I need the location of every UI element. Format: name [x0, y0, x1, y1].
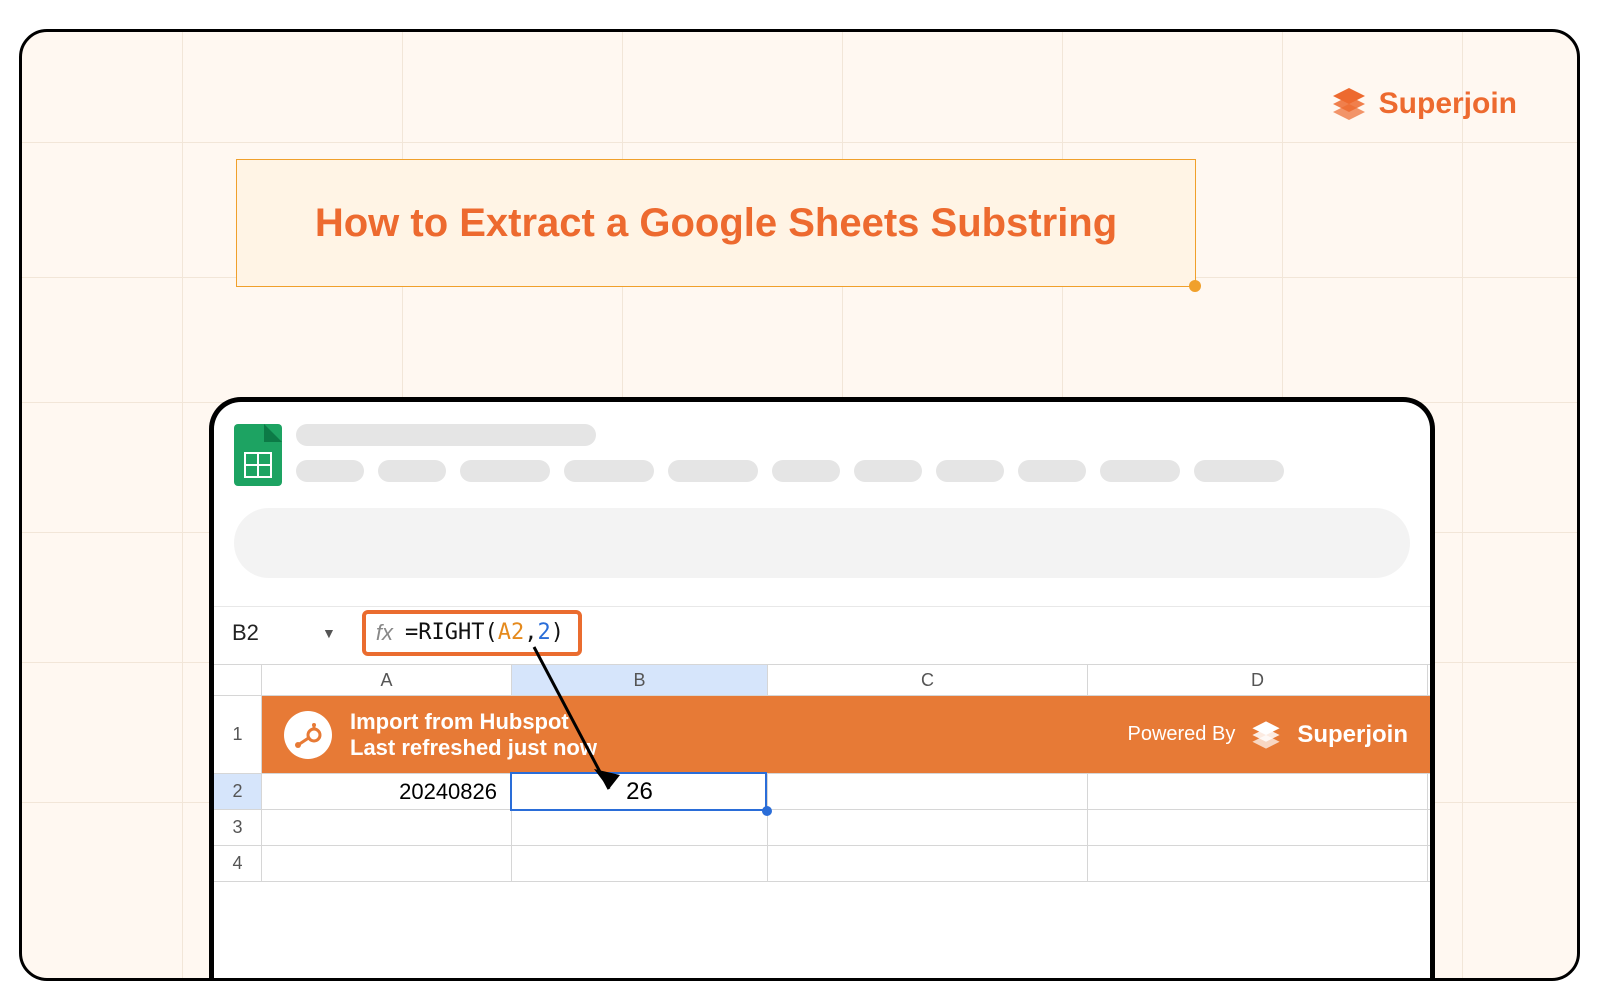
selection-outline: [510, 772, 767, 811]
cell-C2[interactable]: [768, 774, 1088, 809]
cell-B4[interactable]: [512, 846, 768, 881]
row-header-4[interactable]: 4: [214, 846, 262, 881]
row-2: 2 20240826 26: [214, 774, 1430, 810]
cell-D2[interactable]: [1088, 774, 1428, 809]
hubspot-icon: [284, 711, 332, 759]
sheets-header: [214, 402, 1430, 496]
col-header-C[interactable]: C: [768, 665, 1088, 695]
superjoin-mini-icon: [1249, 718, 1283, 752]
cell-B2[interactable]: 26: [512, 774, 768, 809]
banner-title: Import from Hubspot: [350, 709, 597, 735]
row-header-2[interactable]: 2: [214, 774, 262, 809]
skeleton-title: [296, 424, 596, 446]
name-box[interactable]: B2: [232, 620, 322, 646]
row-3: 3: [214, 810, 1430, 846]
selection-handle[interactable]: [762, 806, 772, 816]
banner-subtitle: Last refreshed just now: [350, 735, 597, 761]
formula-bar: B2 ▼ fx =RIGHT(A2,2): [214, 606, 1430, 658]
name-box-dropdown-icon[interactable]: ▼: [322, 625, 336, 641]
cell-C3[interactable]: [768, 810, 1088, 845]
tutorial-card: Superjoin How to Extract a Google Sheets…: [19, 29, 1580, 981]
title-card: How to Extract a Google Sheets Substring: [236, 159, 1196, 287]
skeleton-toolbar: [234, 508, 1410, 578]
col-header-B[interactable]: B: [512, 665, 768, 695]
skeleton-menu: [296, 460, 1410, 482]
page-title: How to Extract a Google Sheets Substring: [315, 201, 1117, 246]
cell-C4[interactable]: [768, 846, 1088, 881]
col-header-A[interactable]: A: [262, 665, 512, 695]
google-sheets-icon: [234, 424, 282, 486]
fx-icon: fx: [376, 620, 393, 646]
formula-input[interactable]: =RIGHT(A2,2): [405, 620, 564, 645]
cell-D4[interactable]: [1088, 846, 1428, 881]
column-headers: A B C D: [214, 664, 1430, 696]
row-header-3[interactable]: 3: [214, 810, 262, 845]
superjoin-wordmark: Superjoin: [1379, 87, 1517, 121]
import-banner: Import from Hubspot Last refreshed just …: [262, 696, 1430, 773]
superjoin-logo: Superjoin: [1329, 84, 1517, 124]
cell-A2[interactable]: 20240826: [262, 774, 512, 809]
powered-by-label: Powered By: [1127, 723, 1235, 746]
formula-highlight: fx =RIGHT(A2,2): [362, 610, 582, 656]
row-1: 1 Import from Hubspot: [214, 696, 1430, 774]
row-header-1[interactable]: 1: [214, 696, 262, 773]
superjoin-icon: [1329, 84, 1369, 124]
powered-by-brand: Superjoin: [1297, 721, 1408, 749]
cell-A3[interactable]: [262, 810, 512, 845]
screenshot-frame: B2 ▼ fx =RIGHT(A2,2) A B C D: [209, 397, 1435, 981]
row-4: 4: [214, 846, 1430, 882]
col-header-D[interactable]: D: [1088, 665, 1428, 695]
spreadsheet-grid: A B C D 1: [214, 664, 1430, 882]
cell-B3[interactable]: [512, 810, 768, 845]
cell-D3[interactable]: [1088, 810, 1428, 845]
title-handle-dot: [1189, 280, 1201, 292]
cell-A4[interactable]: [262, 846, 512, 881]
